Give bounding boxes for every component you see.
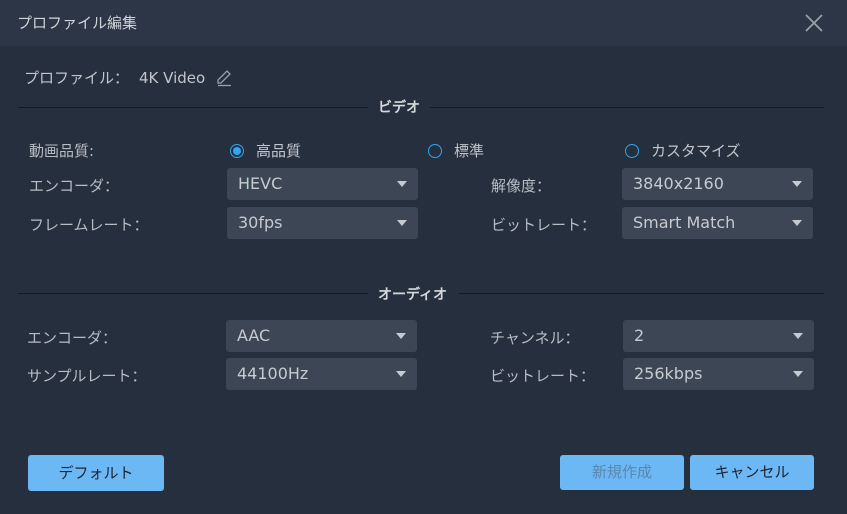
radio-unchecked-icon <box>428 143 442 158</box>
dropdown-arrow-icon <box>792 181 802 187</box>
resolution-label: 解像度： <box>491 177 552 195</box>
select-value: 44100Hz <box>237 364 309 383</box>
audio-divider-left <box>18 293 368 294</box>
samplerate-label: サンプルレート： <box>27 367 147 385</box>
dropdown-arrow-icon <box>793 333 803 339</box>
resolution-select[interactable]: 3840x2160 <box>622 168 813 200</box>
close-icon[interactable] <box>802 11 826 35</box>
select-value: 256kbps <box>634 364 703 383</box>
select-value: 2 <box>634 326 645 345</box>
dropdown-arrow-icon <box>396 371 406 377</box>
dropdown-arrow-icon <box>397 220 407 226</box>
audio-bitrate-label: ビットレート： <box>490 367 596 385</box>
radio-high-quality[interactable]: 高品質 <box>230 140 301 161</box>
profile-name: 4K Video <box>139 68 206 87</box>
video-bitrate-label: ビットレート： <box>491 216 597 234</box>
radio-label: 標準 <box>454 142 485 160</box>
dropdown-arrow-icon <box>793 371 803 377</box>
samplerate-select[interactable]: 44100Hz <box>226 358 417 390</box>
video-encoder-label: エンコーダ： <box>29 177 120 195</box>
radio-label: 高品質 <box>256 142 302 160</box>
dropdown-arrow-icon <box>792 220 802 226</box>
audio-bitrate-select[interactable]: 256kbps <box>623 358 814 390</box>
framerate-label: フレームレート： <box>29 216 149 234</box>
select-value: Smart Match <box>633 213 736 232</box>
create-button[interactable]: 新規作成 <box>560 455 684 490</box>
default-button[interactable]: デフォルト <box>28 455 164 491</box>
radio-standard[interactable]: 標準 <box>428 140 484 161</box>
select-value: HEVC <box>238 174 283 193</box>
video-bitrate-select[interactable]: Smart Match <box>622 207 813 239</box>
quality-label: 動画品質: <box>29 142 95 160</box>
radio-checked-icon <box>230 143 244 158</box>
audio-encoder-label: エンコーダ： <box>27 329 118 347</box>
profile-label: プロファイル： <box>24 69 130 87</box>
video-section-title: ビデオ <box>378 100 420 116</box>
cancel-button[interactable]: キャンセル <box>690 455 814 490</box>
video-divider-right <box>430 107 824 108</box>
radio-unchecked-icon <box>625 143 639 158</box>
pencil-icon[interactable] <box>215 69 233 87</box>
dialog-title: プロファイル編集 <box>17 14 138 32</box>
profile-row: プロファイル： 4K Video <box>24 67 233 88</box>
video-encoder-select[interactable]: HEVC <box>227 168 418 200</box>
channel-label: チャンネル： <box>490 329 580 347</box>
select-value: 3840x2160 <box>633 174 724 193</box>
video-divider-left <box>18 107 368 108</box>
dropdown-arrow-icon <box>396 333 406 339</box>
title-bar: プロファイル編集 <box>0 0 847 46</box>
select-value: 30fps <box>238 213 283 232</box>
radio-label: カスタマイズ <box>651 142 741 160</box>
audio-encoder-select[interactable]: AAC <box>226 320 417 352</box>
channel-select[interactable]: 2 <box>623 320 814 352</box>
radio-custom[interactable]: カスタマイズ <box>625 140 741 161</box>
audio-section-title: オーディオ <box>378 287 448 303</box>
dropdown-arrow-icon <box>397 181 407 187</box>
select-value: AAC <box>237 326 271 345</box>
framerate-select[interactable]: 30fps <box>227 207 418 239</box>
audio-divider-right <box>459 293 824 294</box>
